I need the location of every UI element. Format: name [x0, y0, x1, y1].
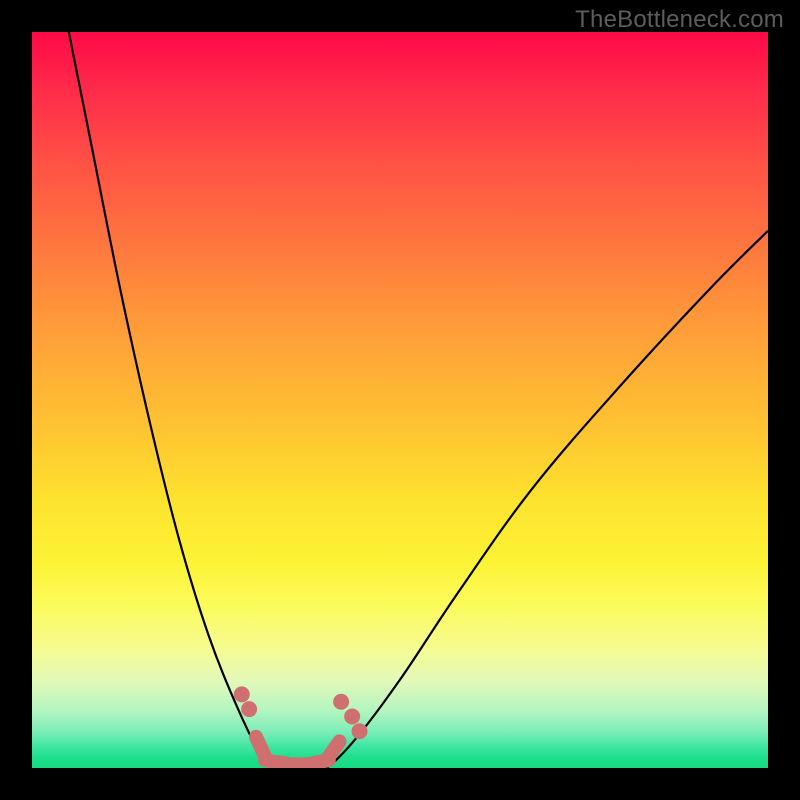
- chart-svg: [32, 32, 768, 768]
- dot-right-upper-1: [333, 694, 349, 710]
- dot-left-upper-1: [234, 686, 250, 702]
- watermark-text: TheBottleneck.com: [575, 6, 784, 34]
- marker-group: [234, 686, 368, 766]
- dot-right-upper-2: [344, 708, 360, 724]
- curve-group: [69, 32, 768, 768]
- chart-plot-area: [32, 32, 768, 768]
- seg-right-lower: [328, 741, 339, 757]
- bottleneck-curve: [69, 32, 768, 768]
- seg-left-lower: [256, 737, 264, 755]
- dot-left-upper-2: [241, 701, 257, 717]
- chart-frame: TheBottleneck.com: [0, 0, 800, 800]
- dot-right-upper-3: [352, 723, 368, 739]
